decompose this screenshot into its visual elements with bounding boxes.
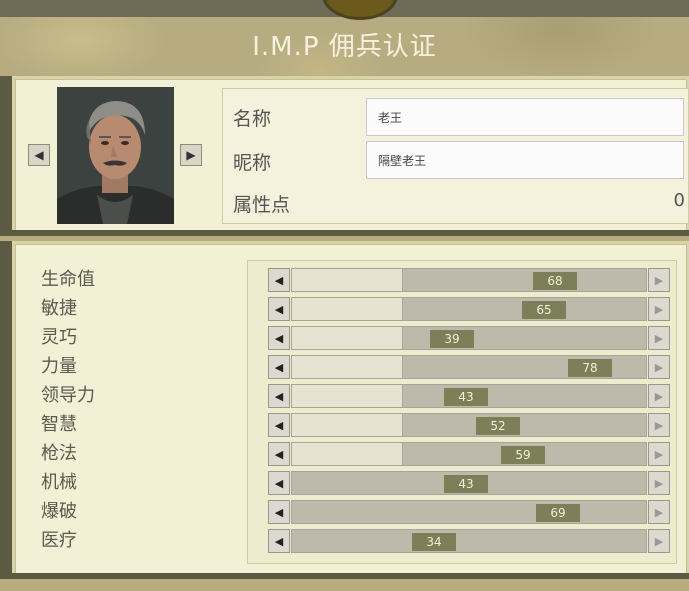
stat-base-fill <box>292 385 403 407</box>
name-label: 名称 <box>233 108 272 130</box>
stat-value-handle[interactable]: 43 <box>444 388 488 406</box>
stat-row: ◀ 34 ▶ <box>268 529 671 553</box>
stat-row: ◀ 65 ▶ <box>268 297 671 321</box>
stat-slider-track[interactable]: 52 <box>291 413 647 437</box>
page-title: I.M.P 佣兵认证 <box>252 32 437 62</box>
stat-value-handle[interactable]: 69 <box>536 504 580 522</box>
panel-edge-bottom-2 <box>12 573 689 579</box>
decrease-stat-button[interactable]: ◀ <box>268 297 290 321</box>
stat-row: ◀ 39 ▶ <box>268 326 671 350</box>
stat-label: 生命值 <box>41 269 95 290</box>
next-portrait-button[interactable]: ▶ <box>180 144 202 166</box>
arrow-left-icon: ◀ <box>34 148 44 162</box>
decrease-stat-button[interactable]: ◀ <box>268 413 290 437</box>
decrease-stat-button[interactable]: ◀ <box>268 442 290 466</box>
stat-row: ◀ 59 ▶ <box>268 442 671 466</box>
stat-row: ◀ 78 ▶ <box>268 355 671 379</box>
increase-stat-button[interactable]: ▶ <box>648 384 670 408</box>
attr-points-label: 属性点 <box>233 194 291 216</box>
increase-stat-button[interactable]: ▶ <box>648 471 670 495</box>
nickname-label: 昵称 <box>233 152 272 174</box>
stat-value-handle[interactable]: 43 <box>444 475 488 493</box>
stat-slider-track[interactable]: 69 <box>291 500 647 524</box>
nickname-field-value: 隔壁老王 <box>378 153 427 168</box>
stat-slider-track[interactable]: 34 <box>291 529 647 553</box>
stat-row: ◀ 68 ▶ <box>268 268 671 292</box>
increase-stat-button[interactable]: ▶ <box>648 413 670 437</box>
decrease-stat-button[interactable]: ◀ <box>268 326 290 350</box>
stat-slider-track[interactable]: 65 <box>291 297 647 321</box>
stat-value-handle[interactable]: 78 <box>568 359 612 377</box>
increase-stat-button[interactable]: ▶ <box>648 297 670 321</box>
decrease-stat-button[interactable]: ◀ <box>268 268 290 292</box>
arrow-right-icon: ▶ <box>186 148 196 162</box>
stat-row: ◀ 69 ▶ <box>268 500 671 524</box>
stat-base-fill <box>292 414 403 436</box>
stat-label: 敏捷 <box>41 298 77 319</box>
decrease-stat-button[interactable]: ◀ <box>268 355 290 379</box>
stat-label: 爆破 <box>41 501 77 522</box>
increase-stat-button[interactable]: ▶ <box>648 326 670 350</box>
stat-slider-track[interactable]: 59 <box>291 442 647 466</box>
stat-slider-track[interactable]: 43 <box>291 471 647 495</box>
panel-edge-left <box>0 76 12 236</box>
decrease-stat-button[interactable]: ◀ <box>268 500 290 524</box>
stat-label: 机械 <box>41 472 77 493</box>
stat-base-fill <box>292 443 403 465</box>
stat-label: 力量 <box>41 356 77 377</box>
stat-slider-track[interactable]: 68 <box>291 268 647 292</box>
stat-value-handle[interactable]: 59 <box>501 446 545 464</box>
decrease-stat-button[interactable]: ◀ <box>268 529 290 553</box>
stat-label: 领导力 <box>41 385 95 406</box>
stat-slider-track[interactable]: 78 <box>291 355 647 379</box>
stat-value-handle[interactable]: 68 <box>533 272 577 290</box>
panel-edge-left-2 <box>0 241 12 579</box>
panel-edge-bottom <box>12 230 689 236</box>
increase-stat-button[interactable]: ▶ <box>648 500 670 524</box>
stat-value-handle[interactable]: 39 <box>430 330 474 348</box>
stat-row: ◀ 43 ▶ <box>268 384 671 408</box>
name-field-value: 老王 <box>378 110 403 125</box>
increase-stat-button[interactable]: ▶ <box>648 529 670 553</box>
stat-base-fill <box>292 327 403 349</box>
stat-label: 枪法 <box>41 443 77 464</box>
decrease-stat-button[interactable]: ◀ <box>268 471 290 495</box>
nickname-field[interactable]: 隔壁老王 <box>366 141 684 179</box>
stat-row: ◀ 43 ▶ <box>268 471 671 495</box>
increase-stat-button[interactable]: ▶ <box>648 442 670 466</box>
stat-base-fill <box>292 356 403 378</box>
prev-portrait-button[interactable]: ◀ <box>28 144 50 166</box>
stat-row: ◀ 52 ▶ <box>268 413 671 437</box>
decrease-stat-button[interactable]: ◀ <box>268 384 290 408</box>
stat-value-handle[interactable]: 34 <box>412 533 456 551</box>
mercenary-portrait <box>57 87 174 224</box>
increase-stat-button[interactable]: ▶ <box>648 268 670 292</box>
stat-value-handle[interactable]: 52 <box>476 417 520 435</box>
stat-slider-track[interactable]: 43 <box>291 384 647 408</box>
stat-value-handle[interactable]: 65 <box>522 301 566 319</box>
stat-label: 智慧 <box>41 414 77 435</box>
name-field[interactable]: 老王 <box>366 98 684 136</box>
stat-base-fill <box>292 269 403 291</box>
increase-stat-button[interactable]: ▶ <box>648 355 670 379</box>
stat-slider-track[interactable]: 39 <box>291 326 647 350</box>
stat-label: 医疗 <box>41 530 77 551</box>
stat-label: 灵巧 <box>41 327 77 348</box>
attr-points-value: 0 <box>673 190 685 211</box>
stat-base-fill <box>292 298 403 320</box>
